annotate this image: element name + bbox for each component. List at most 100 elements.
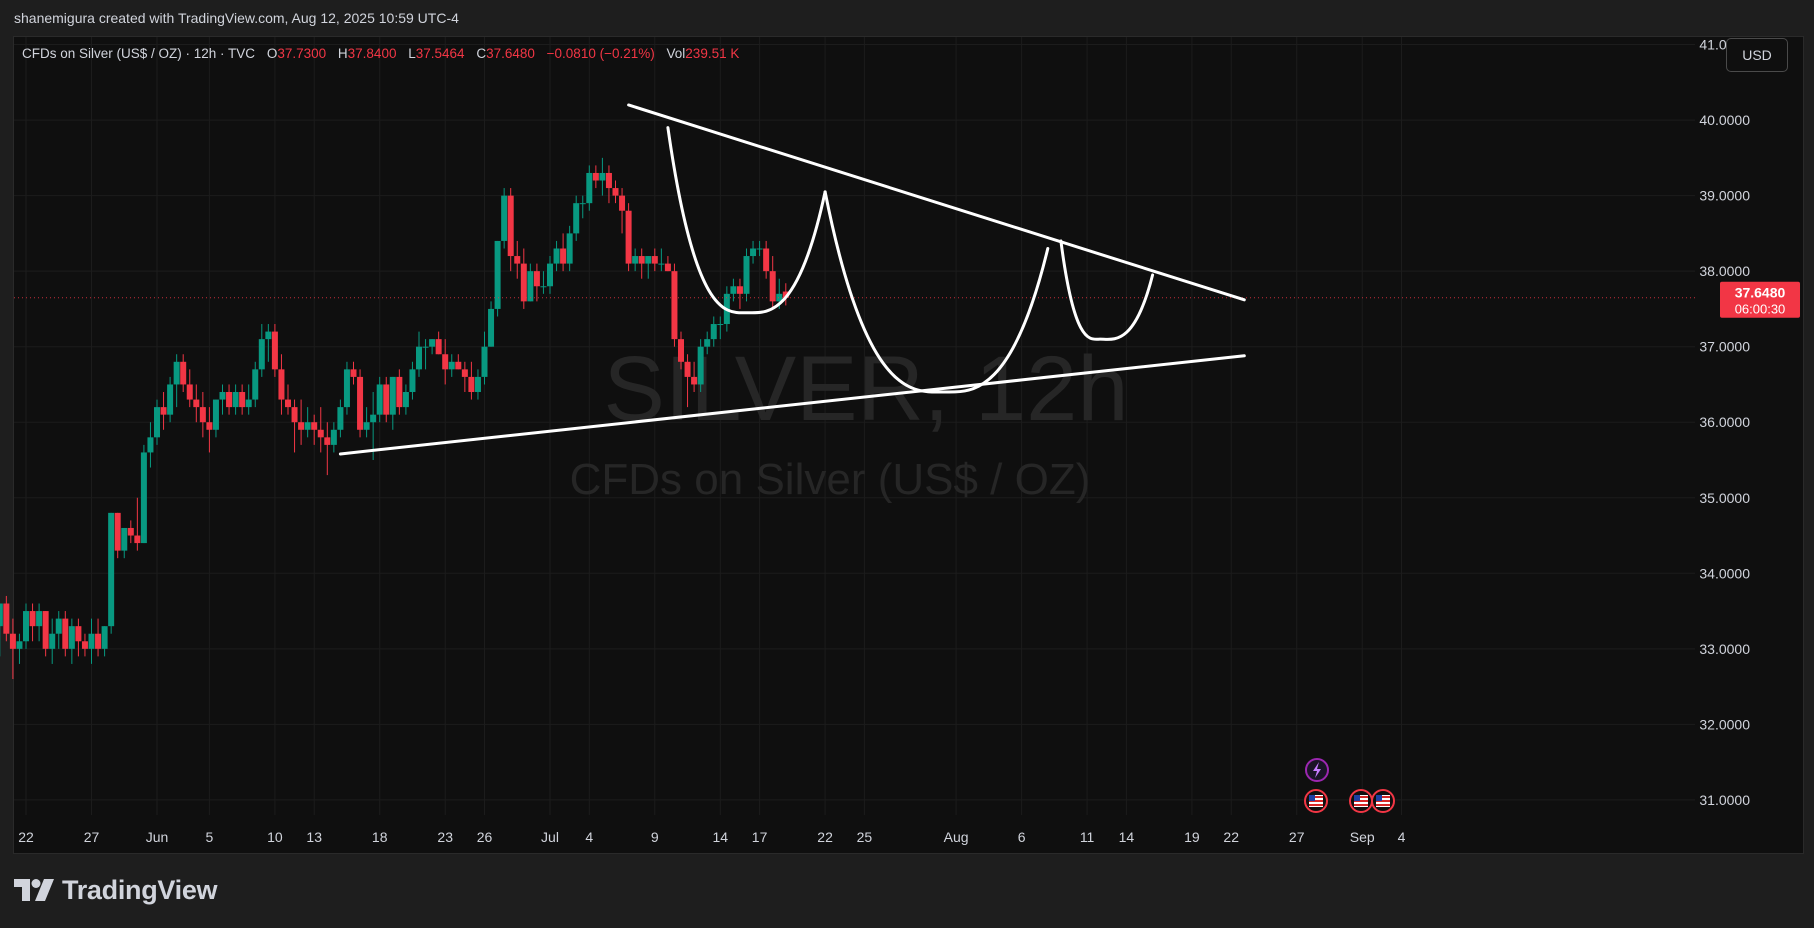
candle[interactable] — [494, 240, 501, 317]
candle[interactable] — [343, 361, 350, 415]
candle[interactable] — [226, 384, 233, 415]
candle[interactable] — [68, 618, 75, 664]
candle[interactable] — [173, 354, 180, 408]
candle[interactable] — [605, 165, 612, 204]
candle[interactable] — [271, 324, 278, 377]
candle[interactable] — [736, 278, 743, 309]
candle[interactable] — [540, 271, 547, 294]
candle[interactable] — [658, 248, 665, 272]
candle[interactable] — [95, 618, 102, 657]
candle[interactable] — [664, 256, 671, 272]
candle[interactable] — [9, 618, 16, 680]
candle[interactable] — [651, 248, 658, 272]
time-axis[interactable]: 22 27 Jun 5 10 13 18 23 26 Jul 4 9 14 17 22 25 Aug 6 11 14 1… — [18, 829, 1405, 845]
price-chart[interactable]: SILVER, 12hCFDs on Silver (US$ / OZ)41.0… — [0, 0, 1814, 928]
candle[interactable] — [697, 339, 704, 393]
candle[interactable] — [23, 603, 29, 649]
candle[interactable] — [573, 195, 580, 241]
candle[interactable] — [140, 444, 147, 544]
us-flag-event-icon[interactable] — [1371, 789, 1395, 813]
candle[interactable] — [245, 384, 252, 415]
candle[interactable] — [357, 369, 364, 438]
candle[interactable] — [278, 354, 285, 415]
candle[interactable] — [206, 407, 213, 453]
candle[interactable] — [769, 256, 776, 309]
upper-trendline[interactable] — [627, 103, 1246, 302]
candle[interactable] — [533, 263, 540, 302]
us-flag-event-icon[interactable] — [1304, 789, 1328, 813]
candle[interactable] — [619, 188, 626, 234]
candle[interactable] — [448, 354, 455, 377]
candle[interactable] — [442, 339, 449, 385]
us-flag-event-icon[interactable] — [1349, 789, 1373, 813]
candle[interactable] — [468, 361, 475, 400]
candle[interactable] — [402, 384, 409, 415]
candle[interactable] — [147, 422, 154, 468]
event-icons[interactable] — [1304, 758, 1395, 813]
candle[interactable] — [239, 384, 246, 415]
candle[interactable] — [42, 611, 49, 657]
candle[interactable] — [671, 263, 678, 347]
currency-button[interactable]: USD — [1726, 38, 1788, 72]
candle[interactable] — [252, 361, 259, 408]
candle[interactable] — [121, 527, 128, 559]
candle[interactable] — [298, 399, 305, 445]
candle[interactable] — [461, 361, 468, 393]
candle[interactable] — [219, 384, 226, 415]
candle[interactable] — [114, 512, 121, 559]
candle[interactable] — [514, 240, 521, 279]
candle[interactable] — [232, 384, 239, 415]
candle[interactable] — [416, 331, 422, 377]
candle[interactable] — [160, 392, 167, 430]
candle[interactable] — [743, 248, 750, 302]
candle[interactable] — [186, 369, 193, 408]
candle[interactable] — [645, 256, 652, 279]
candle[interactable] — [16, 633, 23, 664]
candle[interactable] — [547, 256, 553, 294]
candle[interactable] — [199, 392, 206, 438]
candle[interactable] — [330, 422, 337, 453]
candle[interactable] — [49, 618, 56, 664]
candle[interactable] — [304, 407, 311, 438]
candle[interactable] — [291, 399, 298, 453]
candle[interactable] — [317, 407, 324, 453]
candle[interactable] — [481, 331, 488, 385]
candle[interactable] — [75, 618, 82, 657]
candle[interactable] — [81, 633, 88, 657]
candle[interactable] — [396, 369, 403, 415]
candle[interactable] — [474, 369, 481, 400]
candle[interactable] — [88, 618, 95, 664]
candle[interactable] — [717, 316, 724, 340]
candle[interactable] — [3, 595, 10, 642]
candle[interactable] — [154, 399, 160, 445]
candle[interactable] — [55, 611, 62, 649]
candle[interactable] — [350, 361, 357, 385]
candle[interactable] — [612, 180, 619, 204]
candle[interactable] — [363, 407, 370, 438]
candle[interactable] — [376, 376, 383, 423]
candle[interactable] — [553, 240, 560, 272]
candle[interactable] — [383, 376, 390, 423]
candle[interactable] — [750, 240, 757, 264]
symbol-description[interactable]: CFDs on Silver (US$ / OZ) · 12h · TVC — [22, 46, 255, 61]
candle[interactable] — [520, 248, 527, 309]
candle[interactable] — [409, 361, 416, 400]
candle[interactable] — [265, 324, 272, 362]
tradingview-logo[interactable]: TradingView — [14, 874, 218, 906]
candle[interactable] — [62, 611, 69, 657]
candle[interactable] — [337, 399, 344, 438]
candle[interactable] — [507, 188, 514, 272]
candle[interactable] — [134, 497, 141, 551]
candle[interactable] — [455, 354, 462, 370]
candle[interactable] — [324, 422, 331, 476]
candle[interactable] — [180, 354, 187, 393]
candle[interactable] — [579, 195, 586, 219]
price-axis[interactable]: 41.000040.000039.000038.000037.000036.00… — [1699, 37, 1750, 808]
candle[interactable] — [422, 339, 429, 370]
candle[interactable] — [560, 233, 567, 272]
candle[interactable] — [730, 278, 737, 302]
candle[interactable] — [625, 203, 632, 272]
candle[interactable] — [586, 165, 593, 211]
candle[interactable] — [0, 603, 3, 657]
lightning-event-icon[interactable] — [1305, 758, 1329, 782]
